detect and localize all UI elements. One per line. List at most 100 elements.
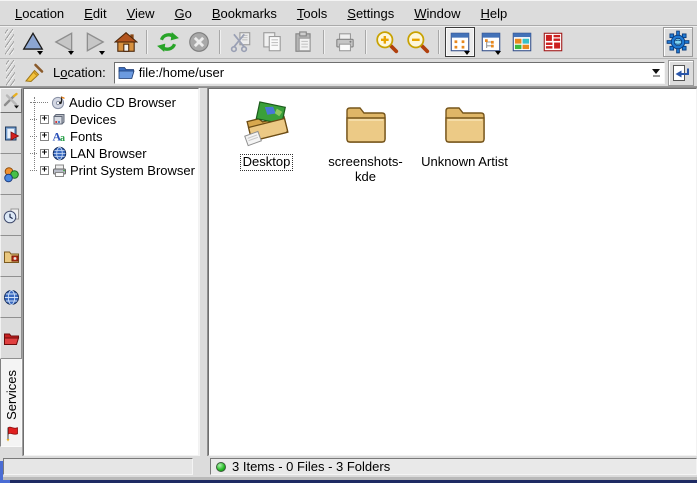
kde-gear-icon — [666, 30, 690, 54]
sidebar-configure-button[interactable] — [0, 88, 22, 113]
text-view-icon — [541, 30, 565, 54]
tree-view-button[interactable] — [476, 27, 506, 57]
sidebar-tab-services[interactable]: Services — [0, 359, 22, 447]
tree-item-devices[interactable]: + Devices — [26, 111, 196, 128]
multicolumn-view-button[interactable] — [507, 27, 537, 57]
toolbar-drag-handle[interactable] — [6, 60, 15, 86]
icon-view-button[interactable] — [445, 27, 475, 57]
up-button[interactable] — [18, 27, 48, 57]
history-icon — [3, 207, 20, 224]
expand-toggle[interactable]: + — [40, 166, 49, 175]
zoom-out-button[interactable] — [403, 27, 433, 57]
menu-edit[interactable]: Edit — [75, 3, 115, 24]
location-combobox[interactable]: file:/home/user — [114, 62, 665, 84]
status-gap — [196, 457, 210, 476]
panel-splitter[interactable] — [199, 88, 208, 456]
file-item-screenshots-kde[interactable]: screenshots-kde — [316, 99, 415, 186]
tree-item-label: LAN Browser — [70, 146, 147, 161]
zoom-in-button[interactable] — [372, 27, 402, 57]
tree-guide-line — [34, 97, 35, 169]
file-item-desktop[interactable]: Desktop — [217, 99, 316, 171]
expand-toggle[interactable]: + — [40, 115, 49, 124]
sidebar-tab-filler — [0, 447, 22, 456]
devices-icon — [3, 166, 20, 183]
back-button[interactable] — [49, 27, 79, 57]
location-label: Location: — [53, 65, 106, 80]
blue-folder-icon — [118, 65, 135, 80]
home-icon — [114, 30, 138, 54]
toolbar-separator — [146, 30, 148, 54]
tree-item-label: Fonts — [70, 129, 103, 144]
reload-button[interactable] — [153, 27, 183, 57]
window-bottom-edge — [0, 477, 697, 483]
folder-view[interactable]: Desktop screenshots-kde Unknown Artist — [208, 88, 697, 456]
menu-bar: Location Edit View Go Bookmarks Tools Se… — [0, 0, 697, 26]
konqueror-app-button[interactable] — [663, 27, 693, 57]
expand-toggle[interactable]: + — [40, 132, 49, 141]
expand-toggle[interactable]: + — [40, 149, 49, 158]
device-icon — [52, 112, 67, 127]
menu-location[interactable]: Location — [6, 3, 73, 24]
tree-item-label: Audio CD Browser — [69, 95, 176, 110]
services-flag-icon — [3, 425, 20, 442]
progress-area — [3, 458, 193, 475]
file-item-label: Unknown Artist — [418, 154, 511, 171]
menu-view[interactable]: View — [118, 3, 164, 24]
tree-guide-stub — [30, 102, 48, 103]
home-button[interactable] — [111, 27, 141, 57]
copy-button[interactable] — [257, 27, 287, 57]
file-item-label: Desktop — [240, 154, 294, 171]
tree-item-lan-browser[interactable]: + LAN Browser — [26, 145, 196, 162]
sidebar-tab-root-directory[interactable] — [0, 318, 22, 359]
sidebar-tab-services-label: Services — [4, 370, 19, 420]
print-icon — [333, 30, 357, 54]
tree-guide-stub — [30, 170, 37, 171]
tree-item-fonts[interactable]: + A a Fonts — [26, 128, 196, 145]
text-view-button[interactable] — [538, 27, 568, 57]
audio-cd-icon — [51, 95, 66, 110]
file-item-unknown-artist[interactable]: Unknown Artist — [415, 99, 514, 171]
bookmarks-icon — [3, 125, 20, 142]
toolbar-separator — [323, 30, 325, 54]
toolbar-separator — [438, 30, 440, 54]
sidebar-tab-history[interactable] — [0, 195, 22, 236]
location-input[interactable]: file:/home/user — [139, 65, 644, 80]
copy-icon — [260, 30, 284, 54]
file-item-label: screenshots-kde — [316, 154, 415, 186]
toolbar-separator — [365, 30, 367, 54]
clear-broom-icon — [23, 62, 45, 84]
menu-bookmarks[interactable]: Bookmarks — [203, 3, 286, 24]
tree-item-label: Devices — [70, 112, 116, 127]
forward-button[interactable] — [80, 27, 110, 57]
tree-item-audio-cd-browser[interactable]: Audio CD Browser — [26, 94, 196, 111]
toolbar-drag-handle[interactable] — [5, 29, 14, 55]
konqueror-window: Location Edit View Go Bookmarks Tools Se… — [0, 0, 697, 483]
sidebar-tab-home-directory[interactable] — [0, 236, 22, 277]
multicolumn-view-icon — [510, 30, 534, 54]
menu-tools[interactable]: Tools — [288, 3, 336, 24]
menu-settings[interactable]: Settings — [338, 3, 403, 24]
menu-help[interactable]: Help — [472, 3, 517, 24]
cut-icon — [229, 30, 253, 54]
tree-item-print-system-browser[interactable]: + Print System Browser — [26, 162, 196, 179]
cut-button[interactable] — [226, 27, 256, 57]
sidebar-tab-bookmarks[interactable] — [0, 113, 22, 154]
location-dropdown-arrow[interactable] — [648, 63, 664, 83]
status-bar: 3 Items - 0 Files - 3 Folders — [0, 456, 697, 477]
tree-item-label: Print System Browser — [70, 163, 195, 178]
menu-window[interactable]: Window — [405, 3, 469, 24]
stop-icon — [187, 30, 211, 54]
printer-icon — [52, 163, 67, 178]
menu-go[interactable]: Go — [166, 3, 201, 24]
print-button[interactable] — [330, 27, 360, 57]
sidebar-tab-devices[interactable] — [0, 154, 22, 195]
zoom-in-icon — [375, 30, 399, 54]
go-button[interactable] — [668, 60, 694, 86]
down-arrow-icon — [652, 69, 660, 74]
globe-icon — [3, 289, 20, 306]
paste-button[interactable] — [288, 27, 318, 57]
clear-location-button[interactable] — [21, 60, 47, 86]
stop-button[interactable] — [184, 27, 214, 57]
sidebar-tab-network[interactable] — [0, 277, 22, 318]
combo-dash — [653, 75, 660, 77]
